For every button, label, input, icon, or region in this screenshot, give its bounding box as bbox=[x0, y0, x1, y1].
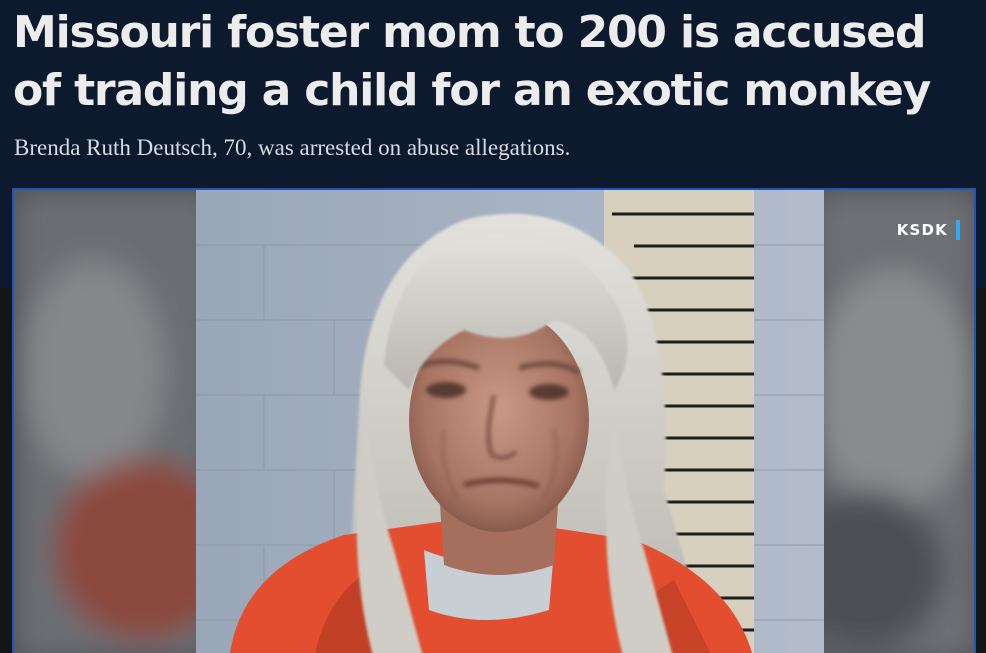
image-credit-label: KSDK bbox=[897, 220, 960, 240]
article-headline: Missouri foster mom to 200 is accused of… bbox=[13, 7, 931, 116]
mugshot-photo bbox=[14, 190, 974, 653]
mugshot-main bbox=[196, 190, 824, 653]
article-subheadline: Brenda Ruth Deutsch, 70, was arrested on… bbox=[14, 135, 571, 160]
article-hero-image[interactable]: KSDK bbox=[12, 188, 976, 653]
